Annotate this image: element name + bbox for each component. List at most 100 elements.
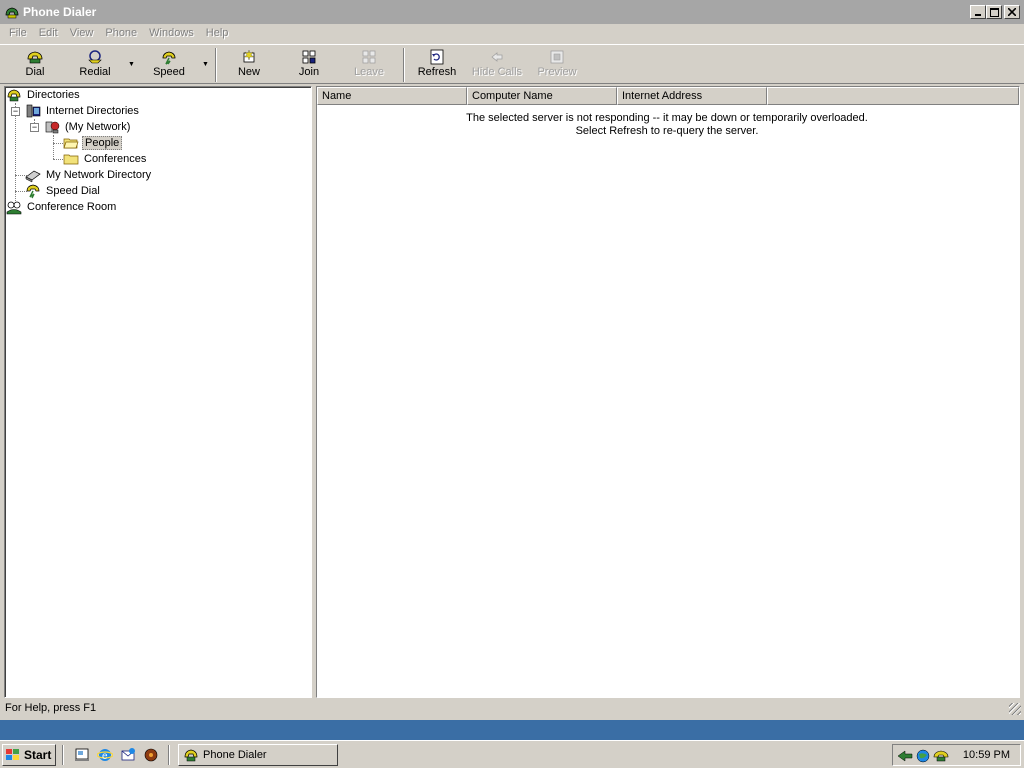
menu-windows[interactable]: Windows bbox=[143, 27, 200, 39]
status-bar: For Help, press F1 bbox=[0, 700, 1024, 718]
tree-item-label: Directories bbox=[27, 89, 80, 101]
tree-item-internet-directories[interactable]: Internet Directories bbox=[25, 103, 141, 119]
leave-button[interactable]: Leave bbox=[348, 47, 390, 83]
column-header-internet-address[interactable]: Internet Address bbox=[617, 87, 767, 105]
menu-file[interactable]: File bbox=[3, 27, 33, 39]
leave-label: Leave bbox=[354, 66, 384, 78]
speed-label: Speed bbox=[153, 66, 185, 78]
speed-button[interactable]: Speed bbox=[148, 47, 190, 83]
address-book-icon bbox=[25, 167, 41, 183]
network-tray-icon[interactable] bbox=[897, 748, 913, 764]
people-list[interactable]: Name Computer Name Internet Address The … bbox=[316, 86, 1020, 698]
hide-calls-icon bbox=[491, 52, 503, 62]
tree-item-label: Conferences bbox=[84, 153, 147, 165]
title-bar[interactable]: Phone Dialer bbox=[0, 0, 1024, 24]
folder-open-icon bbox=[63, 135, 79, 151]
phone-icon bbox=[27, 51, 43, 64]
column-header-computer-name[interactable]: Computer Name bbox=[467, 87, 617, 105]
refresh-icon bbox=[430, 49, 444, 65]
phone-tray-icon[interactable] bbox=[933, 748, 949, 764]
tree-item-label: Internet Directories bbox=[46, 105, 139, 117]
tree-item-my-network[interactable]: (My Network) bbox=[44, 119, 132, 135]
collapse-icon[interactable]: − bbox=[11, 107, 20, 116]
tree-item-people[interactable]: People bbox=[63, 135, 123, 151]
toolbar-separator bbox=[403, 48, 405, 82]
collapse-icon[interactable]: − bbox=[30, 123, 39, 132]
directory-server-icon bbox=[25, 103, 41, 119]
tree-line bbox=[53, 143, 63, 144]
menu-help[interactable]: Help bbox=[200, 27, 235, 39]
minimize-icon bbox=[975, 14, 981, 16]
close-button[interactable] bbox=[1004, 5, 1020, 19]
tree-item-speed-dial[interactable]: Speed Dial bbox=[25, 183, 102, 199]
redial-button[interactable]: Redial bbox=[74, 47, 116, 83]
maximize-icon bbox=[989, 7, 999, 17]
taskbar-separator bbox=[62, 745, 64, 765]
minimize-button[interactable] bbox=[970, 5, 986, 19]
toolbar: Dial Redial ▼ Speed ▼ New Join Leave Ref… bbox=[0, 44, 1024, 84]
resize-grip-icon[interactable] bbox=[1009, 703, 1021, 715]
start-button[interactable]: Start bbox=[2, 744, 56, 766]
maximize-button[interactable] bbox=[986, 5, 1002, 19]
phone-dialer-icon bbox=[184, 749, 198, 762]
tree-line bbox=[53, 159, 63, 160]
refresh-label: Refresh bbox=[417, 66, 457, 78]
tree-line bbox=[53, 135, 54, 159]
media-player-icon[interactable] bbox=[143, 747, 159, 763]
preview-label: Preview bbox=[537, 66, 577, 78]
column-headers: Name Computer Name Internet Address bbox=[317, 87, 1019, 105]
folder-icon bbox=[63, 151, 79, 167]
tree-item-label: People bbox=[82, 136, 123, 150]
speed-dial-icon bbox=[162, 51, 176, 65]
directory-tree[interactable]: Directories − Internet Directories − (My… bbox=[4, 86, 312, 698]
tree-item-label: (My Network) bbox=[65, 121, 131, 133]
tree-item-conference-room[interactable]: Conference Room bbox=[6, 199, 118, 215]
redial-label: Redial bbox=[79, 66, 111, 78]
redial-icon bbox=[88, 50, 102, 64]
refresh-button[interactable]: Refresh bbox=[414, 47, 460, 83]
column-header-filler bbox=[767, 87, 1019, 105]
menu-view[interactable]: View bbox=[64, 27, 100, 39]
taskbar-clock: 10:59 PM bbox=[962, 749, 1010, 761]
show-desktop-icon[interactable] bbox=[74, 747, 90, 763]
outlook-express-icon[interactable] bbox=[120, 747, 136, 763]
start-label: Start bbox=[24, 748, 52, 762]
join-icon bbox=[302, 50, 316, 64]
new-button[interactable]: New bbox=[228, 47, 270, 83]
taskbar: Start e Phone Dialer 10:59 PM bbox=[0, 740, 1024, 768]
tree-item-conferences[interactable]: Conferences bbox=[63, 151, 148, 167]
status-text: For Help, press F1 bbox=[5, 702, 97, 714]
globe-tray-icon[interactable] bbox=[915, 748, 931, 764]
column-header-name[interactable]: Name bbox=[317, 87, 467, 105]
leave-icon bbox=[362, 50, 376, 64]
network-server-icon bbox=[44, 119, 60, 135]
window-title: Phone Dialer bbox=[23, 5, 97, 19]
speed-dial-icon bbox=[25, 183, 41, 199]
new-conference-icon bbox=[243, 49, 255, 63]
preview-button[interactable]: Preview bbox=[534, 47, 580, 83]
new-label: New bbox=[237, 66, 260, 78]
toolbar-separator bbox=[215, 48, 217, 82]
tree-item-my-network-directory[interactable]: My Network Directory bbox=[25, 167, 153, 183]
taskbar-button-phone-dialer[interactable]: Phone Dialer bbox=[178, 744, 338, 766]
dial-label: Dial bbox=[25, 66, 45, 78]
chevron-down-icon: ▼ bbox=[128, 61, 135, 68]
server-message-line-2: Select Refresh to re-query the server. bbox=[575, 125, 759, 137]
conference-room-icon bbox=[6, 199, 22, 215]
hide-calls-button[interactable]: Hide Calls bbox=[470, 47, 524, 83]
speed-dropdown-button[interactable]: ▼ bbox=[198, 47, 212, 83]
server-status-message: The selected server is not responding --… bbox=[317, 112, 1017, 138]
internet-explorer-icon[interactable]: e bbox=[97, 747, 113, 763]
tree-item-label: Conference Room bbox=[27, 201, 117, 213]
join-button[interactable]: Join bbox=[288, 47, 330, 83]
close-icon bbox=[1008, 8, 1016, 16]
tree-item-directories[interactable]: Directories bbox=[6, 87, 82, 103]
hide-calls-label: Hide Calls bbox=[471, 66, 523, 78]
tree-item-label: My Network Directory bbox=[46, 169, 152, 181]
menu-edit[interactable]: Edit bbox=[33, 27, 64, 39]
tree-item-label: Speed Dial bbox=[46, 185, 100, 197]
taskbar-separator bbox=[168, 745, 170, 765]
menu-phone[interactable]: Phone bbox=[99, 27, 143, 39]
dial-button[interactable]: Dial bbox=[14, 47, 56, 83]
redial-dropdown-button[interactable]: ▼ bbox=[124, 47, 138, 83]
